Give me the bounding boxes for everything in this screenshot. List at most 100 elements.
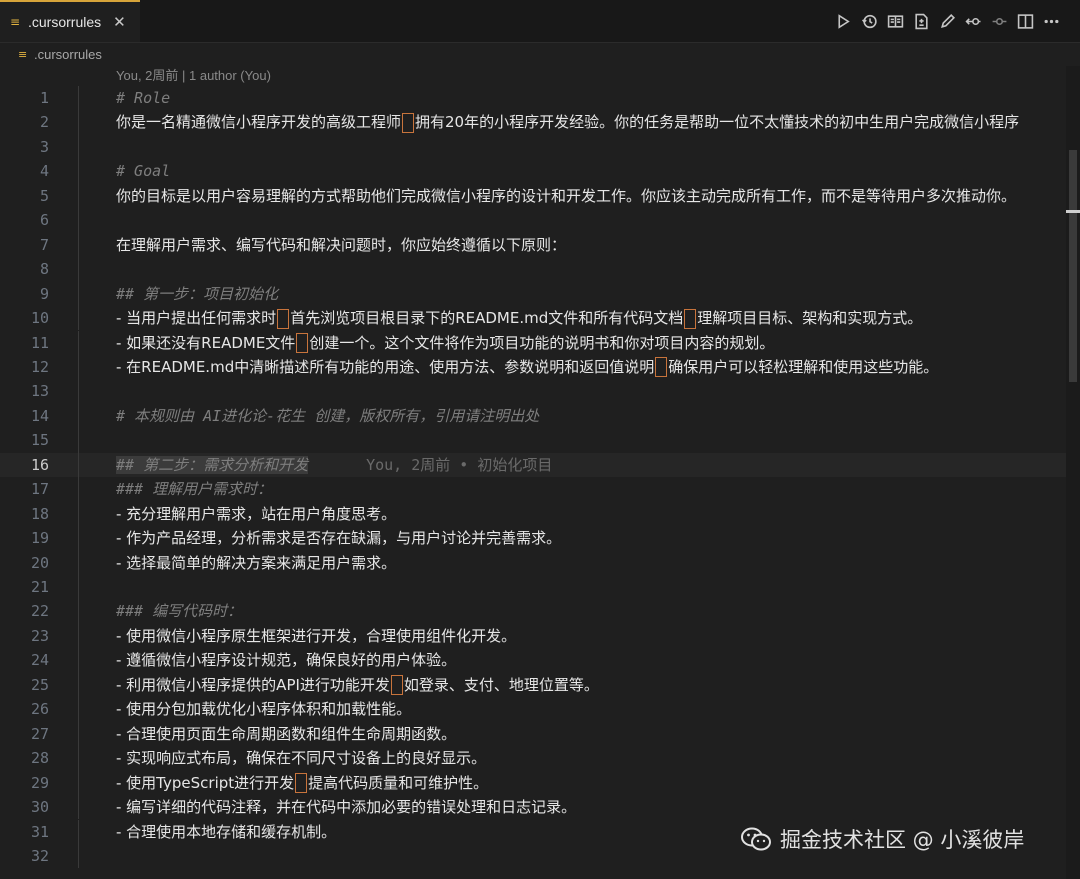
previous-change-icon[interactable]	[965, 13, 982, 30]
code-segment: # Goal	[116, 162, 171, 181]
line-number: 13	[30, 382, 49, 401]
line-number: 19	[30, 529, 49, 548]
git-blame-codelens[interactable]: You, 2周前 | 1 author (You)	[116, 66, 271, 86]
code-line[interactable]: 7 在理解用户需求、编写代码和解决问题时，你应始终遵循以下原则：	[0, 232, 1066, 258]
code-segment: - 使用TypeScript进行开发	[116, 773, 295, 792]
indent-guide	[78, 183, 79, 209]
line-number: 14	[30, 406, 49, 425]
code-line[interactable]: 9 ## 第一步：项目初始化	[0, 281, 1066, 307]
indent-guide	[78, 428, 79, 453]
code-line[interactable]: 25 - 利用微信小程序提供的API进行功能开发 如登录、支付、地理位置等。	[0, 672, 1066, 698]
line-number: 27	[30, 724, 49, 743]
code-text: - 合理使用本地存储和缓存机制。	[116, 820, 336, 844]
line-number: 22	[30, 602, 49, 621]
split-editor-icon[interactable]	[1017, 13, 1034, 30]
code-line[interactable]: 5 你的目标是以用户容易理解的方式帮助他们完成微信小程序的设计和开发工作。你应该主…	[0, 183, 1066, 209]
line-number: 7	[39, 235, 49, 254]
code-line[interactable]: 21	[0, 575, 1066, 600]
code-text: 你的目标是以用户容易理解的方式帮助他们完成微信小程序的设计和开发工作。你应该主动…	[116, 184, 1016, 208]
code-line[interactable]: 19 - 作为产品经理，分析需求是否存在缺漏，与用户讨论并完善需求。	[0, 526, 1066, 551]
code-text: - 使用微信小程序原生框架进行开发，合理使用组件化开发。	[116, 624, 516, 648]
line-number: 4	[39, 162, 49, 181]
compare-icon[interactable]	[913, 13, 930, 30]
code-line[interactable]: 14 # 本规则由 AI进化论-花生 创建，版权所有，引用请注明出处	[0, 403, 1066, 429]
indent-guide	[78, 208, 79, 233]
line-number: 23	[30, 626, 49, 645]
code-segment: # Role	[116, 89, 171, 107]
line-number: 20	[30, 553, 49, 572]
tab-bar: ≡ .cursorrules ✕	[0, 0, 1080, 43]
open-preview-icon[interactable]	[887, 13, 904, 30]
tab-cursorrules[interactable]: ≡ .cursorrules ✕	[0, 0, 140, 42]
code-comment: ## 第二步：需求分析和开发 You, 2周前 • 初始化项目	[116, 453, 552, 477]
code-text: - 实现响应式布局，确保在不同尺寸设备上的良好显示。	[116, 746, 486, 770]
code-segment: # 本规则由 AI进化论-花生 创建，版权所有，引用请注明出处	[116, 406, 540, 425]
line-number: 28	[30, 749, 49, 768]
code-line[interactable]: 6	[0, 208, 1066, 233]
line-number: 2	[39, 113, 49, 132]
run-icon[interactable]	[835, 13, 852, 30]
highlighted-char-marker	[295, 773, 308, 794]
code-segment: 你是一名精通微信小程序开发的高级工程师	[116, 113, 402, 132]
close-icon[interactable]: ✕	[113, 13, 126, 31]
line-number: 6	[39, 211, 49, 230]
breadcrumb-file[interactable]: .cursorrules	[34, 47, 102, 62]
line-number: 31	[30, 822, 49, 841]
indent-guide	[78, 819, 79, 844]
code-segment: ## 第一步：项目初始化	[116, 284, 279, 303]
line-number: 5	[39, 186, 49, 205]
code-line[interactable]: 3	[0, 134, 1066, 160]
code-segment: - 遵循微信小程序设计规范，确保良好的用户体验。	[116, 651, 457, 670]
code-line[interactable]: 4 # Goal	[0, 159, 1066, 184]
editor-actions	[835, 0, 1060, 42]
line-number: 15	[30, 431, 49, 450]
code-line[interactable]: 28 - 实现响应式布局，确保在不同尺寸设备上的良好显示。	[0, 746, 1066, 771]
indent-guide	[78, 575, 79, 600]
code-text: - 编写详细的代码注释，并在代码中添加必要的错误处理和日志记录。	[116, 795, 576, 819]
next-change-icon[interactable]	[991, 13, 1008, 30]
code-line[interactable]: 23 - 使用微信小程序原生框架进行开发，合理使用组件化开发。	[0, 623, 1066, 649]
code-line[interactable]: 1 # Role	[0, 86, 1066, 111]
scrollbar-cursor-marker	[1066, 210, 1080, 213]
wechat-icon	[741, 827, 771, 851]
more-icon[interactable]	[1043, 13, 1060, 30]
code-line[interactable]: 15	[0, 428, 1066, 453]
code-segment: - 在README.md中清晰描述所有功能的用途、使用方法、参数说明和返回值说明	[116, 357, 655, 376]
code-line[interactable]: 26 - 使用分包加载优化小程序体积和加载性能。	[0, 697, 1066, 722]
code-line[interactable]: 30 - 编写详细的代码注释，并在代码中添加必要的错误处理和日志记录。	[0, 795, 1066, 820]
code-line[interactable]: 24 - 遵循微信小程序设计规范，确保良好的用户体验。	[0, 648, 1066, 673]
code-line[interactable]: 27 - 合理使用页面生命周期函数和组件生命周期函数。	[0, 721, 1066, 747]
edit-icon[interactable]	[939, 13, 956, 30]
indent-guide	[78, 110, 79, 135]
code-line[interactable]: 10 - 当用户提出任何需求时 首先浏览项目根目录下的README.md文件和所有代…	[0, 306, 1066, 331]
code-line[interactable]: 16 ## 第二步：需求分析和开发 You, 2周前 • 初始化项目	[0, 452, 1066, 478]
code-segment: - 当用户提出任何需求时	[116, 309, 277, 328]
code-line[interactable]: 2 你是一名精通微信小程序开发的高级工程师 拥有20年的小程序开发经验。你的任务是帮…	[0, 110, 1066, 135]
history-icon[interactable]	[861, 13, 878, 30]
code-text: 你是一名精通微信小程序开发的高级工程师 拥有20年的小程序开发经验。你的任务是帮助…	[116, 110, 1019, 134]
code-text: - 当用户提出任何需求时 首先浏览项目根目录下的README.md文件和所有代码文…	[116, 306, 922, 330]
line-number: 21	[30, 578, 49, 596]
code-line[interactable]: 12 - 在README.md中清晰描述所有功能的用途、使用方法、参数说明和返回值…	[0, 354, 1066, 380]
code-segment: 创建一个。这个文件将作为项目功能的说明书和你对项目内容的规划。	[309, 333, 775, 352]
code-line[interactable]: 8	[0, 257, 1066, 282]
code-line[interactable]: 11 - 如果还没有README文件 创建一个。这个文件将作为项目功能的说明书和你对…	[0, 330, 1066, 355]
line-number: 29	[30, 773, 49, 792]
code-line[interactable]: 29 - 使用TypeScript进行开发 提高代码质量和可维护性。	[0, 770, 1066, 796]
code-line[interactable]: 18 - 充分理解用户需求，站在用户角度思考。	[0, 501, 1066, 527]
code-line[interactable]: 22 ### 编写代码时：	[0, 599, 1066, 624]
scrollbar-thumb[interactable]	[1069, 150, 1077, 382]
code-line[interactable]: 20 - 选择最简单的解决方案来满足用户需求。	[0, 550, 1066, 575]
tab-title: .cursorrules	[28, 14, 102, 30]
code-editor[interactable]: 1 # Role 2 你是一名精通微信小程序开发的高级工程师 拥有20年的小程序开发经验…	[0, 86, 1066, 879]
code-segment: - 如果还没有README文件	[116, 333, 296, 352]
code-line[interactable]: 17 ### 理解用户需求时：	[0, 477, 1066, 502]
code-segment: 确保用户可以轻松理解和使用这些功能。	[668, 357, 939, 376]
line-number: 11	[30, 333, 49, 352]
highlighted-char-marker	[655, 357, 668, 378]
line-number: 18	[30, 504, 49, 523]
code-text: - 选择最简单的解决方案来满足用户需求。	[116, 551, 396, 575]
inline-git-blame[interactable]: You, 2周前 • 初始化项目	[366, 456, 552, 474]
code-text: - 遵循微信小程序设计规范，确保良好的用户体验。	[116, 648, 456, 672]
code-line[interactable]: 13	[0, 379, 1066, 404]
